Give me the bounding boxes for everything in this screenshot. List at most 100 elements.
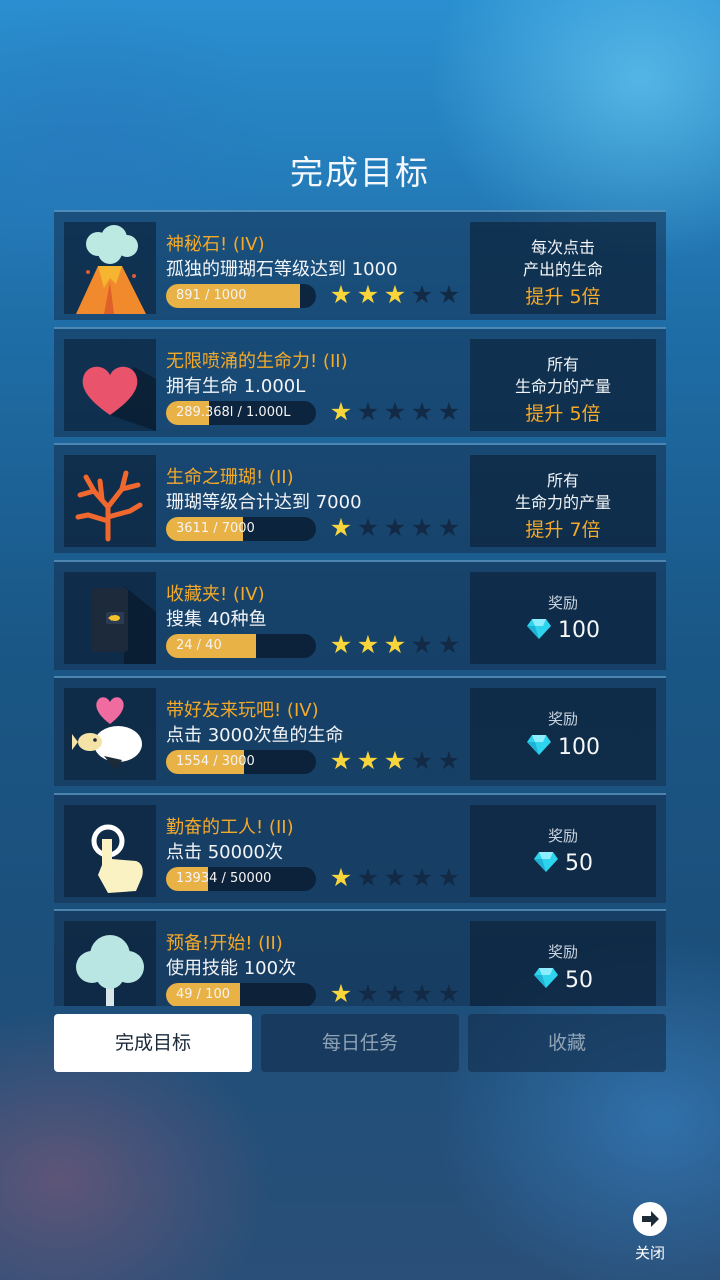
star-rating: ★ ★ ★ ★ ★ — [328, 515, 463, 541]
progress-bar: 3611 / 7000 — [166, 517, 316, 541]
star-filled-icon: ★ — [356, 746, 380, 775]
achievement-card[interactable]: 收藏夹! (IV) 搜集 40种鱼 24 / 40 ★ ★ ★ ★ ★ 奖励 100 — [54, 559, 666, 670]
reward-panel: 奖励 50 — [470, 804, 656, 897]
achievement-title: 无限喷涌的生命力! (II) — [166, 350, 348, 372]
progress-text: 289.368l / 1.000L — [176, 404, 291, 420]
progress-bar: 1554 / 3000 — [166, 750, 316, 774]
tap-hand-icon — [64, 804, 156, 897]
reward-line-2: 产出的生命 — [522, 260, 603, 279]
close-arrow-icon — [633, 1202, 667, 1236]
progress-text: 24 / 40 — [176, 637, 222, 653]
progress-text: 891 / 1000 — [176, 288, 247, 303]
diamond-icon — [526, 618, 552, 644]
volcano-icon — [64, 222, 156, 314]
reward-boost: 提升 5倍 — [525, 402, 601, 425]
star-rating: ★ ★ ★ ★ ★ — [328, 748, 463, 774]
tab-collection[interactable]: 收藏 — [468, 1014, 666, 1072]
achievement-description: 珊瑚等级合计达到 7000 — [166, 492, 362, 513]
reward-boost: 提升 7倍 — [525, 519, 601, 541]
reward-panel: 奖励 50 — [470, 921, 656, 1006]
star-filled-icon: ★ — [356, 280, 380, 309]
achievement-card[interactable]: 生命之珊瑚! (II) 珊瑚等级合计达到 7000 3611 / 7000 ★ ★ ★ ★ ★… — [54, 443, 666, 553]
star-empty-icon: ★ — [437, 862, 461, 892]
achievement-card[interactable]: 神秘石! (IV) 孤独的珊瑚石等级达到 1000 891 / 1000 ★ ★ ★ ★ ★ 每… — [54, 210, 666, 320]
star-filled-icon: ★ — [329, 746, 353, 775]
star-rating: ★ ★ ★ ★ ★ — [328, 979, 463, 1007]
progress-bar: 13934 / 50000 — [166, 866, 316, 891]
achievement-card[interactable]: 预备!开始! (II) 使用技能 100次 49 / 100 ★ ★ ★ ★ ★ 奖励 50 — [54, 909, 666, 1006]
close-button[interactable]: 关闭 — [626, 1198, 674, 1266]
star-filled-icon: ★ — [383, 280, 407, 309]
coral-icon — [64, 455, 156, 547]
star-empty-icon: ★ — [437, 513, 461, 542]
reward-amount: 100 — [558, 734, 600, 760]
achievement-title: 预备!开始! (II) — [166, 933, 283, 954]
reward-value: 100 — [470, 734, 656, 764]
achievement-description: 点击 3000次鱼的生命 — [166, 725, 344, 746]
star-empty-icon: ★ — [383, 513, 407, 542]
star-filled-icon: ★ — [329, 280, 353, 309]
achievement-title: 收藏夹! (IV) — [166, 583, 265, 605]
star-filled-icon: ★ — [329, 513, 353, 542]
reward-panel: 奖励 100 — [470, 571, 656, 664]
star-empty-icon: ★ — [356, 396, 380, 426]
achievement-description: 搜集 40种鱼 — [166, 608, 267, 630]
achievement-card[interactable]: 勤奋的工人! (II) 点击 50000次 13934 / 50000 ★ ★ ★ ★ ★ 奖励… — [54, 792, 666, 903]
reward-value: 50 — [470, 851, 656, 881]
star-empty-icon: ★ — [383, 979, 407, 1007]
progress-bar: 891 / 1000 — [166, 284, 316, 308]
star-filled-icon: ★ — [329, 979, 353, 1007]
star-empty-icon: ★ — [437, 979, 461, 1007]
progress-bar: 24 / 40 — [166, 633, 316, 658]
star-filled-icon: ★ — [329, 396, 353, 426]
star-empty-icon: ★ — [437, 280, 461, 309]
achievement-card[interactable]: 带好友来玩吧! (IV) 点击 3000次鱼的生命 1554 / 3000 ★ ★ ★ ★ ★… — [54, 676, 666, 786]
reward-line-1: 所有 — [546, 354, 579, 374]
achievement-title: 神秘石! (IV) — [166, 234, 265, 255]
achievement-card[interactable]: 无限喷涌的生命力! (II) 拥有生命 1.000L 289.368l / 1.00… — [54, 326, 666, 437]
tree-icon — [64, 921, 156, 1006]
star-empty-icon: ★ — [356, 862, 380, 892]
reward-value: 50 — [470, 967, 656, 997]
star-filled-icon: ★ — [329, 862, 353, 892]
diamond-icon — [533, 851, 559, 877]
star-empty-icon: ★ — [437, 629, 461, 659]
star-empty-icon: ★ — [410, 979, 434, 1007]
star-empty-icon: ★ — [410, 746, 434, 775]
close-label: 关闭 — [634, 1244, 665, 1262]
reward-panel: 所有 生命力的产量 提升 5倍 — [470, 338, 656, 431]
diamond-icon — [533, 967, 559, 993]
star-rating: ★ ★ ★ ★ ★ — [328, 282, 463, 308]
achievement-list[interactable]: 神秘石! (IV) 孤独的珊瑚石等级达到 1000 891 / 1000 ★ ★ ★ ★ ★ 每… — [54, 210, 666, 1006]
reward-panel: 奖励 100 — [470, 688, 656, 780]
achievement-description: 拥有生命 1.000L — [166, 375, 306, 397]
star-empty-icon: ★ — [437, 746, 461, 775]
star-empty-icon: ★ — [410, 629, 434, 659]
star-rating: ★ ★ ★ ★ ★ — [328, 862, 463, 892]
star-empty-icon: ★ — [437, 396, 461, 426]
progress-text: 49 / 100 — [176, 987, 230, 1002]
reward-label: 奖励 — [547, 943, 578, 961]
reward-panel: 所有 生命力的产量 提升 7倍 — [470, 455, 656, 547]
reward-label: 奖励 — [547, 826, 578, 845]
reward-line-2: 生命力的产量 — [514, 493, 611, 512]
reward-amount: 100 — [558, 618, 600, 643]
reward-label: 奖励 — [547, 710, 578, 728]
reward-boost: 提升 5倍 — [525, 286, 601, 308]
reward-amount: 50 — [565, 851, 593, 876]
fish-book-icon — [64, 571, 156, 664]
tab-daily-missions[interactable]: 每日任务 — [261, 1014, 459, 1072]
progress-bar: 289.368l / 1.000L — [166, 400, 316, 425]
star-empty-icon: ★ — [410, 862, 434, 892]
star-empty-icon: ★ — [410, 396, 434, 426]
achievement-title: 勤奋的工人! (II) — [166, 816, 294, 838]
achievement-description: 孤独的珊瑚石等级达到 1000 — [166, 259, 398, 280]
reward-value: 100 — [470, 618, 656, 648]
progress-bar: 49 / 100 — [166, 983, 316, 1006]
progress-text: 3611 / 7000 — [176, 521, 255, 536]
tab-achievements[interactable]: 完成目标 — [54, 1014, 252, 1072]
star-rating: ★ ★ ★ ★ ★ — [328, 629, 463, 659]
reward-line-2: 生命力的产量 — [514, 376, 611, 396]
progress-text: 13934 / 50000 — [176, 870, 272, 886]
achievement-description: 点击 50000次 — [166, 841, 283, 863]
